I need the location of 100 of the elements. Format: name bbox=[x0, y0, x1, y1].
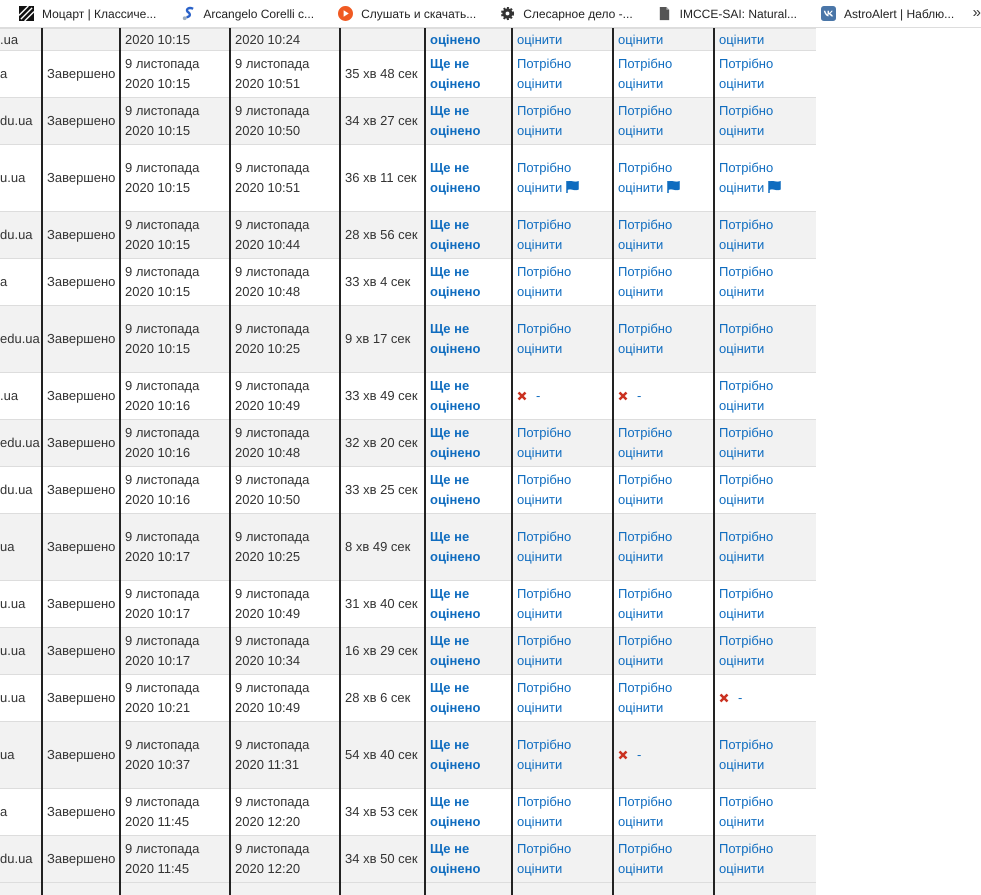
gear-icon bbox=[500, 6, 516, 21]
bookmark[interactable]: IMCCE-SAI: Natural... bbox=[654, 4, 800, 23]
state-cell-text: Завершено bbox=[47, 850, 115, 868]
cross-icon bbox=[618, 391, 628, 401]
grade-status: Ще не оцінено bbox=[430, 736, 482, 774]
email-cell-text: du.ua bbox=[0, 481, 34, 499]
date-cell-text: 9 листопада 2020 10:49 bbox=[235, 585, 310, 623]
grade-link[interactable]: Потрібно оцінити bbox=[719, 584, 812, 624]
grade-link[interactable]: Потрібно оцінити bbox=[517, 470, 608, 510]
grade-link[interactable]: Потрібно оцінити bbox=[618, 262, 709, 302]
grade-status: Ще не оцінено bbox=[430, 377, 482, 415]
email-cell-text: ua bbox=[0, 746, 16, 764]
grade-link[interactable]: - bbox=[637, 745, 642, 765]
grade-status: Ще не оцінено bbox=[430, 55, 482, 93]
grade-link[interactable]: Потрібно оцінити bbox=[618, 678, 709, 718]
state-cell-text: Завершено bbox=[47, 481, 115, 499]
date-cell-text: 9 листопада 2020 10:15 bbox=[125, 263, 200, 301]
grade-link[interactable]: Потрібно оцінити bbox=[618, 792, 709, 832]
date-cell-text: 9 листопада 2020 10:51 bbox=[235, 159, 310, 197]
grade-status: Ще не оцінено bbox=[430, 424, 482, 462]
email-cell-text: u.ua bbox=[0, 642, 26, 660]
bookmark[interactable]: Слесарное дело -... bbox=[497, 4, 636, 23]
grade-link[interactable]: Потрібно оцінити bbox=[618, 158, 709, 198]
grade-link[interactable]: Потрібно оцінити bbox=[719, 376, 812, 416]
grade-status: оцінено bbox=[430, 31, 482, 49]
grade-link[interactable]: Потрібно оцінити bbox=[517, 584, 608, 624]
date-cell-text: 9 листопада 2020 11:45 bbox=[125, 793, 200, 831]
email-cell-text: a bbox=[0, 273, 8, 291]
grade-link[interactable]: - bbox=[536, 386, 540, 406]
duration-cell-text: 33 хв 49 сек bbox=[345, 387, 419, 405]
bookmark[interactable]: Слушать и скачать... bbox=[335, 4, 480, 23]
grade-link[interactable]: Потрібно оцінити bbox=[719, 54, 812, 94]
date-cell-text: 9 листопада 2020 10:51 bbox=[235, 55, 310, 93]
grade-link[interactable]: Потрібно оцінити bbox=[618, 470, 709, 510]
vk-icon bbox=[821, 6, 836, 21]
state-cell-text: Завершено bbox=[47, 169, 115, 187]
date-cell-text: 9 листопада 2020 12:20 bbox=[235, 840, 310, 878]
flag-icon bbox=[566, 181, 580, 193]
date-cell-text: 9 листопада 2020 10:15 bbox=[125, 320, 200, 358]
email-cell-text: u.ua bbox=[0, 689, 26, 707]
email-cell-text: .ua bbox=[0, 387, 20, 405]
duration-cell-text: 28 хв 6 сек bbox=[345, 689, 412, 707]
date-cell-text: 2020 10:15 bbox=[125, 31, 192, 49]
stripes-icon bbox=[19, 6, 34, 21]
more-bookmarks-button[interactable]: » bbox=[972, 4, 981, 21]
date-cell-text: 9 листопада 2020 11:45 bbox=[125, 840, 200, 878]
state-cell-text: Завершено bbox=[47, 538, 115, 556]
email-cell-text: u.ua bbox=[0, 595, 26, 613]
duration-cell-text: 8 хв 49 сек bbox=[345, 538, 412, 556]
state-cell-text: Завершено bbox=[47, 642, 115, 660]
date-cell-text: 9 листопада 2020 10:15 bbox=[125, 216, 200, 254]
date-cell-text: 9 листопада 2020 10:49 bbox=[235, 377, 310, 415]
date-cell-text: 9 листопада 2020 10:49 bbox=[235, 679, 310, 717]
grade-link[interactable]: Потрібно оцінити bbox=[618, 584, 709, 624]
date-cell-text: 9 листопада 2020 11:31 bbox=[235, 736, 310, 774]
duration-cell-text: 36 хв 11 сек bbox=[345, 169, 418, 187]
cross-icon bbox=[618, 750, 628, 760]
grade-link[interactable]: Потрібно оцінити bbox=[719, 470, 812, 510]
grade-link[interactable]: Потрібно оцінити bbox=[517, 158, 608, 198]
grade-link[interactable]: Потрібно оцінити bbox=[719, 262, 812, 302]
grade-link[interactable]: Потрібно оцінити bbox=[719, 792, 812, 832]
date-cell-text: 9 листопада 2020 10:17 bbox=[125, 585, 200, 623]
grade-link[interactable]: Потрібно оцінити bbox=[618, 54, 709, 94]
duration-cell-text: 32 хв 20 сек bbox=[345, 434, 419, 452]
grade-link[interactable]: - bbox=[738, 688, 742, 708]
date-cell-text: 9 листопада 2020 10:15 bbox=[125, 159, 200, 197]
date-cell-text: 9 листопада 2020 10:44 bbox=[235, 216, 310, 254]
date-cell-text: 9 листопада 2020 10:16 bbox=[125, 377, 200, 415]
duration-cell-text: 9 хв 17 сек bbox=[345, 330, 412, 348]
email-cell-text: ua bbox=[0, 538, 16, 556]
state-cell-text: Завершено bbox=[47, 803, 115, 821]
duration-cell-text: 34 хв 27 сек bbox=[345, 112, 419, 130]
grade-status: Ще не оцінено bbox=[430, 102, 482, 140]
cross-icon bbox=[719, 693, 729, 703]
state-cell-text: Завершено bbox=[47, 689, 115, 707]
grade-link[interactable]: Потрібно оцінити bbox=[517, 678, 608, 718]
grade-status: Ще не оцінено bbox=[430, 471, 482, 509]
duration-cell-text: 35 хв 48 сек bbox=[345, 65, 419, 83]
grade-link[interactable]: Потрібно оцінити bbox=[517, 792, 608, 832]
date-cell-text: 9 листопада 2020 10:48 bbox=[235, 424, 310, 462]
date-cell-text: 9 листопада 2020 10:16 bbox=[125, 471, 200, 509]
grade-link[interactable]: Потрібно оцінити bbox=[719, 158, 812, 198]
email-cell-text: edu.ua bbox=[0, 330, 41, 348]
grade-link[interactable]: - bbox=[637, 386, 642, 406]
logo-icon bbox=[180, 6, 196, 21]
date-cell-text: 9 листопада 2020 10:17 bbox=[125, 528, 200, 566]
state-cell-text: Завершено bbox=[47, 226, 115, 244]
grade-status: Ще не оцінено bbox=[430, 679, 482, 717]
bookmark[interactable]: Моцарт | Классиче... bbox=[16, 4, 160, 23]
duration-cell-text: 33 хв 25 сек bbox=[345, 481, 419, 499]
bookmark[interactable]: Arcangelo Corelli c... bbox=[177, 4, 318, 23]
grade-link[interactable]: Потрібно оцінити bbox=[517, 54, 608, 94]
email-cell-text: a bbox=[0, 803, 8, 821]
date-cell-text: 9 листопада 2020 10:16 bbox=[125, 424, 200, 462]
grade-link[interactable]: Потрібно оцінити bbox=[517, 262, 608, 302]
state-cell-text: Завершено bbox=[47, 65, 115, 83]
bookmark[interactable]: AstroAlert | Наблю... bbox=[818, 4, 958, 23]
state-cell-text: Завершено bbox=[47, 330, 115, 348]
date-cell-text: 9 листопада 2020 10:34 bbox=[235, 632, 310, 670]
email-cell-text: du.ua bbox=[0, 112, 34, 130]
